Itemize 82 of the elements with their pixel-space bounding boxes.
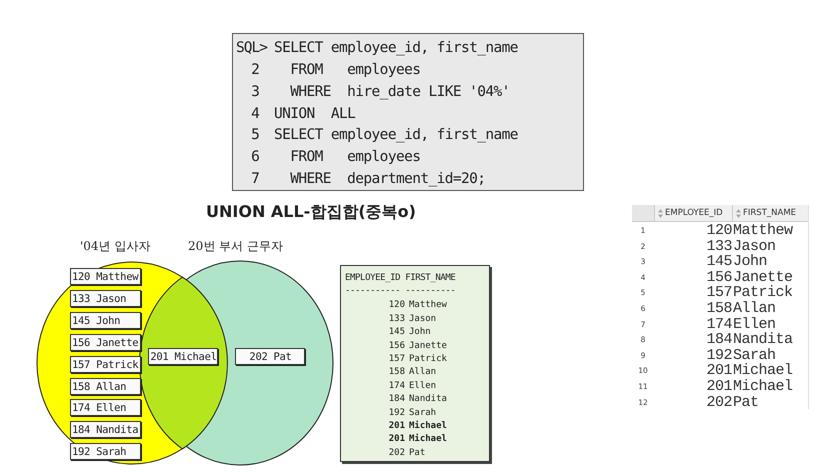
set-label: 20번 부서 근무자 <box>188 238 283 255</box>
table-cell-text: 201 <box>705 378 732 395</box>
code-line: SELECT employee_id, first_name <box>274 127 518 144</box>
code-line: WHERE department_id=20; <box>289 171 486 188</box>
sql-prompt: SQL> <box>236 40 268 56</box>
sort-icon[interactable] <box>658 208 663 218</box>
first-name: Janette <box>409 340 447 351</box>
first-name: Sarah <box>409 408 436 418</box>
first-name: Jason <box>409 314 436 324</box>
employee-label: 192 Sarah <box>70 443 141 460</box>
employee-id: 157 <box>388 354 405 364</box>
line-number: 3 <box>250 84 260 100</box>
column-header[interactable]: FIRST_NAME <box>732 205 808 221</box>
table-cell-text: Pat <box>732 394 760 411</box>
employee-id: 202 <box>388 448 405 458</box>
column-header: EMPLOYEE_ID FIRST_NAME <box>345 272 456 285</box>
table-cell-text: 133 <box>705 238 732 255</box>
first-name: Michael <box>409 434 447 444</box>
first-name: Ellen <box>409 380 436 391</box>
table-cell-text: 158 <box>705 300 732 317</box>
table-cell-text: Patrick <box>732 284 794 302</box>
first-name: Patrick <box>409 354 447 364</box>
employee-label: 120 Matthew <box>70 268 141 285</box>
table-cell-text: Sarah <box>732 346 776 364</box>
table-cell-text: 192 <box>705 346 732 364</box>
employee-id: 156 <box>388 340 405 351</box>
employee-id: 192 <box>388 408 405 418</box>
line-number: 6 <box>250 149 260 166</box>
first-name: Nandita <box>409 394 447 404</box>
employee-label: 174 Ellen <box>70 399 141 416</box>
employee-id: 145 <box>388 327 405 338</box>
first-name: Allan <box>409 367 436 378</box>
employee-id: 174 <box>388 380 405 391</box>
sort-icon[interactable] <box>736 208 741 218</box>
employee-id: 201 <box>388 434 405 444</box>
table-cell-text: 157 <box>705 284 732 302</box>
line-number: 5 <box>250 127 260 144</box>
table-cell-text: 145 <box>705 253 732 270</box>
line-number: 7 <box>250 171 260 188</box>
employee-label: 201 Michael <box>148 348 218 365</box>
employee-id: 184 <box>388 394 405 404</box>
employee-label: 156 Janette <box>70 334 141 351</box>
employee-label: 202 Pat <box>235 348 305 365</box>
table-cell-text: 202 <box>705 394 732 411</box>
employee-label: 157 Patrick <box>70 356 141 373</box>
employee-label: 184 Nandita <box>70 421 141 438</box>
employee-id: 133 <box>388 314 405 324</box>
table-cell-text: Michael <box>732 362 794 380</box>
table-cell-text: 174 <box>705 316 732 333</box>
table-cell-text: Janette <box>732 268 794 286</box>
employee-id: 120 <box>388 300 405 310</box>
column-header[interactable]: EMPLOYEE_ID <box>654 205 732 221</box>
code-line: WHERE hire_date LIKE '04%' <box>289 84 510 100</box>
table-cell-text: 156 <box>705 268 732 286</box>
code-line: UNION ALL <box>274 106 356 122</box>
set-label: '04년 입사자 <box>80 238 150 255</box>
line-number: 4 <box>250 106 260 122</box>
employee-label: 133 Jason <box>70 290 141 307</box>
employee-id: 158 <box>388 367 405 378</box>
table-cell-text: Jason <box>732 238 777 255</box>
table-cell-text: Nandita <box>732 331 794 348</box>
table-cell-text: Matthew <box>732 222 794 239</box>
code-line: FROM employees <box>289 62 420 78</box>
first-name: John <box>409 327 431 338</box>
employee-id: 201 <box>388 420 405 431</box>
first-name: Michael <box>409 420 447 431</box>
employee-label: 145 John <box>70 312 141 329</box>
table-cell-text: Allan <box>732 300 777 317</box>
separator-line: ----------- ---------- <box>345 285 456 298</box>
first-name: Pat <box>409 448 426 458</box>
table-cell-text: Ellen <box>732 316 776 333</box>
slide-title: UNION ALL-합집합(중복o) <box>206 202 416 223</box>
employee-label: 158 Allan <box>70 378 141 394</box>
table-cell-text: 201 <box>705 362 732 380</box>
table-cell-text: Michael <box>732 378 794 395</box>
code-line: SELECT employee_id, first_name <box>274 40 518 56</box>
first-name: Matthew <box>409 300 447 310</box>
table-cell-text: John <box>732 253 768 270</box>
line-number: 2 <box>250 62 260 78</box>
table-cell-text: 184 <box>705 331 732 348</box>
code-line: FROM employees <box>289 149 420 166</box>
table-cell-text: 120 <box>705 222 732 239</box>
